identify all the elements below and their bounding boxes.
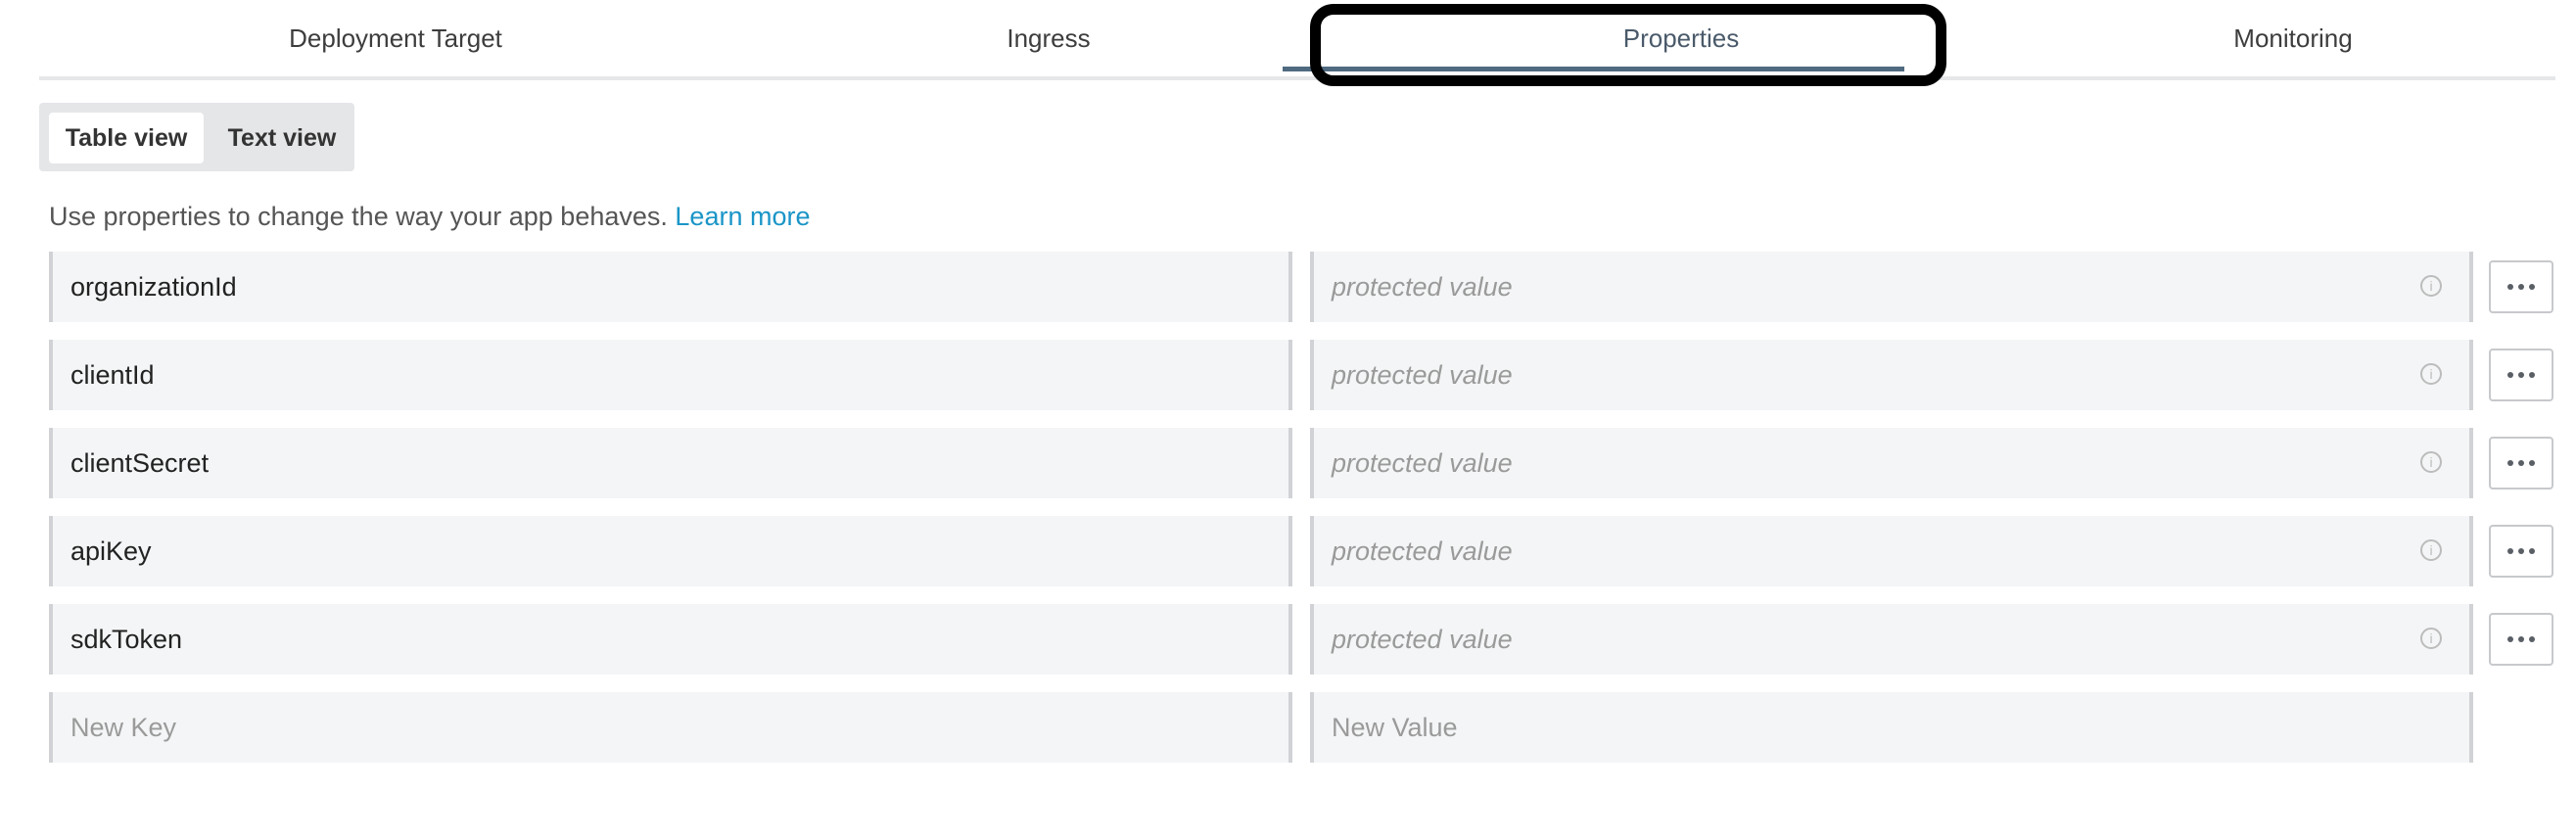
more-options-icon: [2507, 372, 2535, 378]
description-text: Use properties to change the way your ap…: [49, 202, 668, 231]
property-key-input[interactable]: clientId: [49, 340, 1292, 410]
tab-monitoring[interactable]: Monitoring: [1933, 0, 2576, 76]
new-property-row: New Key New Value: [49, 692, 2555, 763]
more-options-button[interactable]: [2489, 525, 2553, 578]
property-value-input[interactable]: protected value i: [1310, 428, 2473, 498]
more-options-button[interactable]: [2489, 613, 2553, 666]
property-value-text: protected value: [1332, 447, 1513, 478]
property-value-input[interactable]: protected value i: [1310, 340, 2473, 410]
more-options-button[interactable]: [2489, 260, 2553, 313]
property-key-input[interactable]: organizationId: [49, 252, 1292, 322]
table-view-button[interactable]: Table view: [49, 113, 204, 163]
tab-deployment-target[interactable]: Deployment Target: [39, 0, 752, 76]
property-row: organizationId protected value i: [49, 252, 2555, 322]
more-options-icon: [2507, 548, 2535, 554]
view-toggle: Table view Text view: [39, 103, 354, 171]
property-value-input[interactable]: protected value i: [1310, 604, 2473, 675]
property-value-input[interactable]: protected value i: [1310, 516, 2473, 586]
property-key-input[interactable]: clientSecret: [49, 428, 1292, 498]
property-value-text: protected value: [1332, 271, 1513, 302]
info-icon[interactable]: i: [2420, 451, 2442, 473]
more-options-icon: [2507, 460, 2535, 466]
tab-ingress[interactable]: Ingress: [680, 0, 1417, 76]
properties-description: Use properties to change the way your ap…: [49, 202, 810, 232]
more-options-button[interactable]: [2489, 437, 2553, 489]
info-icon[interactable]: i: [2420, 275, 2442, 297]
new-value-input[interactable]: New Value: [1310, 692, 2473, 763]
property-key-input[interactable]: apiKey: [49, 516, 1292, 586]
learn-more-link[interactable]: Learn more: [675, 202, 810, 231]
property-row: clientId protected value i: [49, 340, 2555, 410]
info-icon[interactable]: i: [2420, 539, 2442, 561]
property-value-text: protected value: [1332, 359, 1513, 390]
property-value-text: protected value: [1332, 624, 1513, 654]
more-options-icon: [2507, 284, 2535, 290]
property-key-input[interactable]: sdkToken: [49, 604, 1292, 675]
property-value-text: protected value: [1332, 536, 1513, 566]
more-options-button[interactable]: [2489, 349, 2553, 401]
property-row: clientSecret protected value i: [49, 428, 2555, 498]
new-key-input[interactable]: New Key: [49, 692, 1292, 763]
property-row: sdkToken protected value i: [49, 604, 2555, 675]
text-view-button[interactable]: Text view: [213, 113, 351, 163]
more-options-icon: [2507, 636, 2535, 642]
active-tab-indicator: [1283, 67, 1904, 71]
property-value-input[interactable]: protected value i: [1310, 252, 2473, 322]
info-icon[interactable]: i: [2420, 628, 2442, 649]
info-icon[interactable]: i: [2420, 363, 2442, 385]
property-row: apiKey protected value i: [49, 516, 2555, 586]
